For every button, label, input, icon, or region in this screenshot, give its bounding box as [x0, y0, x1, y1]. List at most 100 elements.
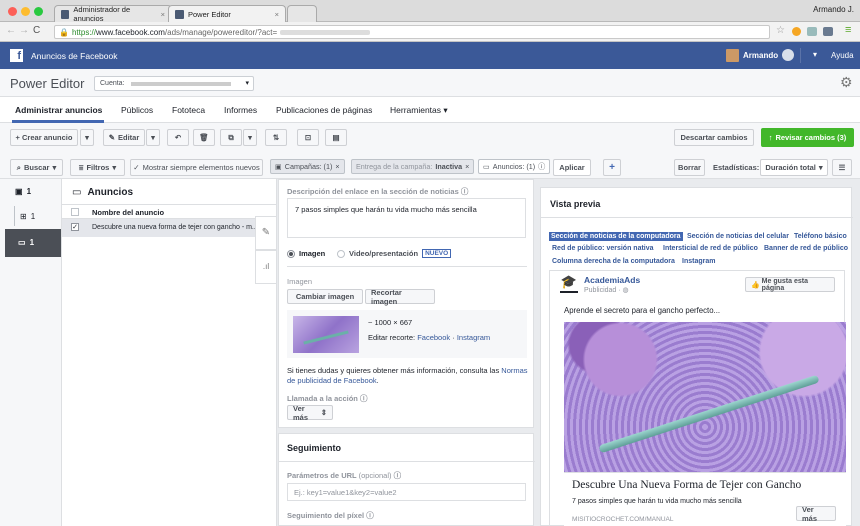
placement-audience-banner[interactable]: Banner de red de público — [764, 245, 848, 252]
tree-campaigns[interactable]: ▣ 1 — [15, 187, 31, 196]
placement-audience-native[interactable]: Red de público: versión nativa — [552, 245, 654, 252]
search-label: Buscar — [24, 163, 50, 172]
bookmark-star-icon[interactable]: ☆ — [776, 25, 785, 36]
new-tab-button[interactable] — [287, 5, 317, 22]
cta-select[interactable]: Ver más ⇕ — [287, 404, 333, 422]
check-icon: ✓ — [133, 163, 140, 172]
close-icon[interactable]: × — [465, 162, 469, 171]
export-icon: ▤ — [332, 133, 340, 142]
facebook-logo-icon[interactable]: f — [10, 49, 23, 62]
gear-icon[interactable]: ⚙ — [840, 74, 853, 91]
ads-filter-chip[interactable]: ▭ Anuncios: (1) ⓘ — [478, 159, 551, 174]
tree-adsets[interactable]: ⊞ 1 — [20, 212, 35, 221]
crop-image-button[interactable]: Recortar imagen — [365, 288, 435, 306]
close-icon[interactable]: × — [335, 162, 339, 171]
globe-icon[interactable] — [782, 49, 794, 61]
radio-image-label: Imagen — [299, 249, 326, 258]
table-row[interactable]: ✓ Descubre una nueva forma de tejer con … — [62, 219, 258, 237]
edit-dropdown-button[interactable]: ▾ — [146, 129, 160, 146]
placement-desktop-feed[interactable]: Sección de noticias de la computadora — [549, 232, 683, 241]
extension-icon[interactable] — [823, 27, 833, 36]
fb-bar-title[interactable]: Anuncios de Facebook — [31, 51, 117, 61]
extension-icon[interactable] — [792, 27, 801, 36]
chevron-down-icon[interactable]: ▾ — [813, 50, 817, 59]
nav-reports[interactable]: Informes — [224, 105, 257, 115]
edit-row-button[interactable]: ✎ — [255, 216, 277, 250]
placement-mobile-feed[interactable]: Sección de noticias del celular — [687, 233, 789, 240]
url-params-optional: (opcional) — [358, 471, 392, 480]
profile-name[interactable]: Armando J. — [813, 5, 854, 14]
stats-row-button[interactable]: .ıl — [255, 250, 277, 284]
campaigns-filter-chip[interactable]: ▣ Campañas: (1) × — [270, 159, 345, 174]
ad-main-image[interactable] — [564, 322, 846, 472]
preview-button[interactable]: ⊡ — [297, 129, 319, 146]
create-dropdown-button[interactable]: ▾ — [80, 129, 94, 146]
change-image-button[interactable]: Cambiar imagen — [287, 289, 363, 304]
undo-button[interactable]: ↶ — [167, 129, 189, 146]
url-params-input[interactable]: Ej.: key1=value1&key2=value2 — [287, 483, 526, 501]
clear-button[interactable]: Borrar — [674, 159, 705, 176]
radio-image[interactable]: Imagen — [287, 249, 325, 258]
show-new-toggle[interactable]: ✓ Mostrar siempre elementos nuevos — [130, 159, 263, 176]
extension-icon[interactable] — [807, 27, 817, 36]
back-icon[interactable]: ← — [6, 25, 16, 36]
menu-icon[interactable]: ≡ — [845, 24, 851, 36]
discard-changes-button[interactable]: Descartar cambios — [674, 129, 754, 146]
row-checkbox[interactable]: ✓ — [71, 223, 79, 231]
placement-right-column[interactable]: Columna derecha de la computadora — [552, 258, 675, 265]
account-select[interactable]: Cuenta: ▾ — [94, 76, 254, 91]
stats-select[interactable]: Duración total ▾ — [760, 159, 828, 176]
account-redacted — [131, 82, 231, 86]
tree-ads-selected[interactable]: ▭ 1 — [5, 229, 61, 257]
browser-tab-ads-manager[interactable]: Administrador de anuncios × — [54, 5, 172, 23]
link-attachment[interactable]: Descubre Una Nueva Forma de Tejer con Ga… — [564, 472, 846, 526]
preview-cta-button[interactable]: Ver más — [796, 505, 836, 523]
forward-icon[interactable]: → — [19, 25, 29, 36]
page-name[interactable]: AcademiaAds — [584, 275, 640, 285]
close-window-icon[interactable] — [8, 7, 17, 16]
placement-instagram[interactable]: Instagram — [682, 258, 715, 265]
nav-manage-ads[interactable]: Administrar anuncios — [15, 105, 102, 115]
create-ad-button[interactable]: + Crear anuncio — [10, 129, 78, 146]
nav-page-posts[interactable]: Publicaciones de páginas — [276, 105, 372, 115]
ad-image-thumbnail[interactable] — [293, 316, 359, 353]
review-changes-button[interactable]: ↑ Revisar cambios (3) — [761, 128, 854, 147]
creative-card: Descripción del enlace en la sección de … — [278, 179, 534, 428]
placement-feature-phone[interactable]: Teléfono básico — [794, 233, 847, 240]
columns-button[interactable]: ☰ — [832, 159, 852, 176]
reload-icon[interactable]: C — [33, 25, 40, 36]
edit-button[interactable]: ✎ Editar — [103, 129, 145, 146]
search-button[interactable]: ⌕ Buscar ▾ — [10, 159, 63, 176]
export-button[interactable]: ▤ — [325, 129, 347, 146]
edit-crop-facebook-link[interactable]: Facebook — [417, 333, 450, 342]
filters-button[interactable]: ⩸ Filtros ▾ — [70, 159, 125, 176]
url-input[interactable]: 🔒 https://www.facebook.com/ads/manage/po… — [54, 25, 770, 39]
add-filter-button[interactable]: + — [603, 159, 621, 176]
browser-tab-power-editor[interactable]: Power Editor × — [168, 5, 286, 22]
like-page-button[interactable]: 👍 Me gusta esta página — [745, 277, 835, 292]
search-icon: ⌕ — [16, 162, 21, 172]
avatar[interactable] — [726, 49, 739, 62]
tab-close-icon[interactable]: × — [275, 10, 279, 19]
duplicate-dropdown-button[interactable]: ▾ — [243, 129, 257, 146]
nav-audiences[interactable]: Públicos — [121, 105, 153, 115]
ad-name-cell[interactable]: Descubre una nueva forma de tejer con ga… — [92, 224, 258, 231]
select-all-checkbox[interactable] — [71, 208, 79, 216]
placement-audience-interstitial[interactable]: Intersticial de red de público — [663, 245, 758, 252]
nav-image-library[interactable]: Fototeca — [172, 105, 205, 115]
apply-button[interactable]: Aplicar — [553, 159, 591, 176]
delivery-filter-chip[interactable]: Entrega de la campaña: Inactiva × — [351, 159, 475, 174]
user-name[interactable]: Armando — [743, 51, 778, 60]
help-link[interactable]: Ayuda — [831, 51, 854, 60]
nav-tools[interactable]: Herramientas ▾ — [390, 105, 448, 116]
sort-button[interactable]: ⇅ — [265, 129, 287, 146]
minimize-window-icon[interactable] — [21, 7, 30, 16]
delete-button[interactable]: 🗑 — [193, 129, 215, 146]
tab-close-icon[interactable]: × — [161, 10, 165, 19]
column-header-name[interactable]: Nombre del anuncio — [92, 208, 164, 217]
radio-video[interactable]: Video/presentación NUEVO — [337, 249, 452, 258]
edit-crop-instagram-link[interactable]: Instagram — [457, 333, 490, 342]
maximize-window-icon[interactable] — [34, 7, 43, 16]
link-desc-textarea[interactable]: 7 pasos simples que harán tu vida mucho … — [287, 198, 526, 238]
duplicate-button[interactable]: ⧉ — [220, 129, 242, 146]
